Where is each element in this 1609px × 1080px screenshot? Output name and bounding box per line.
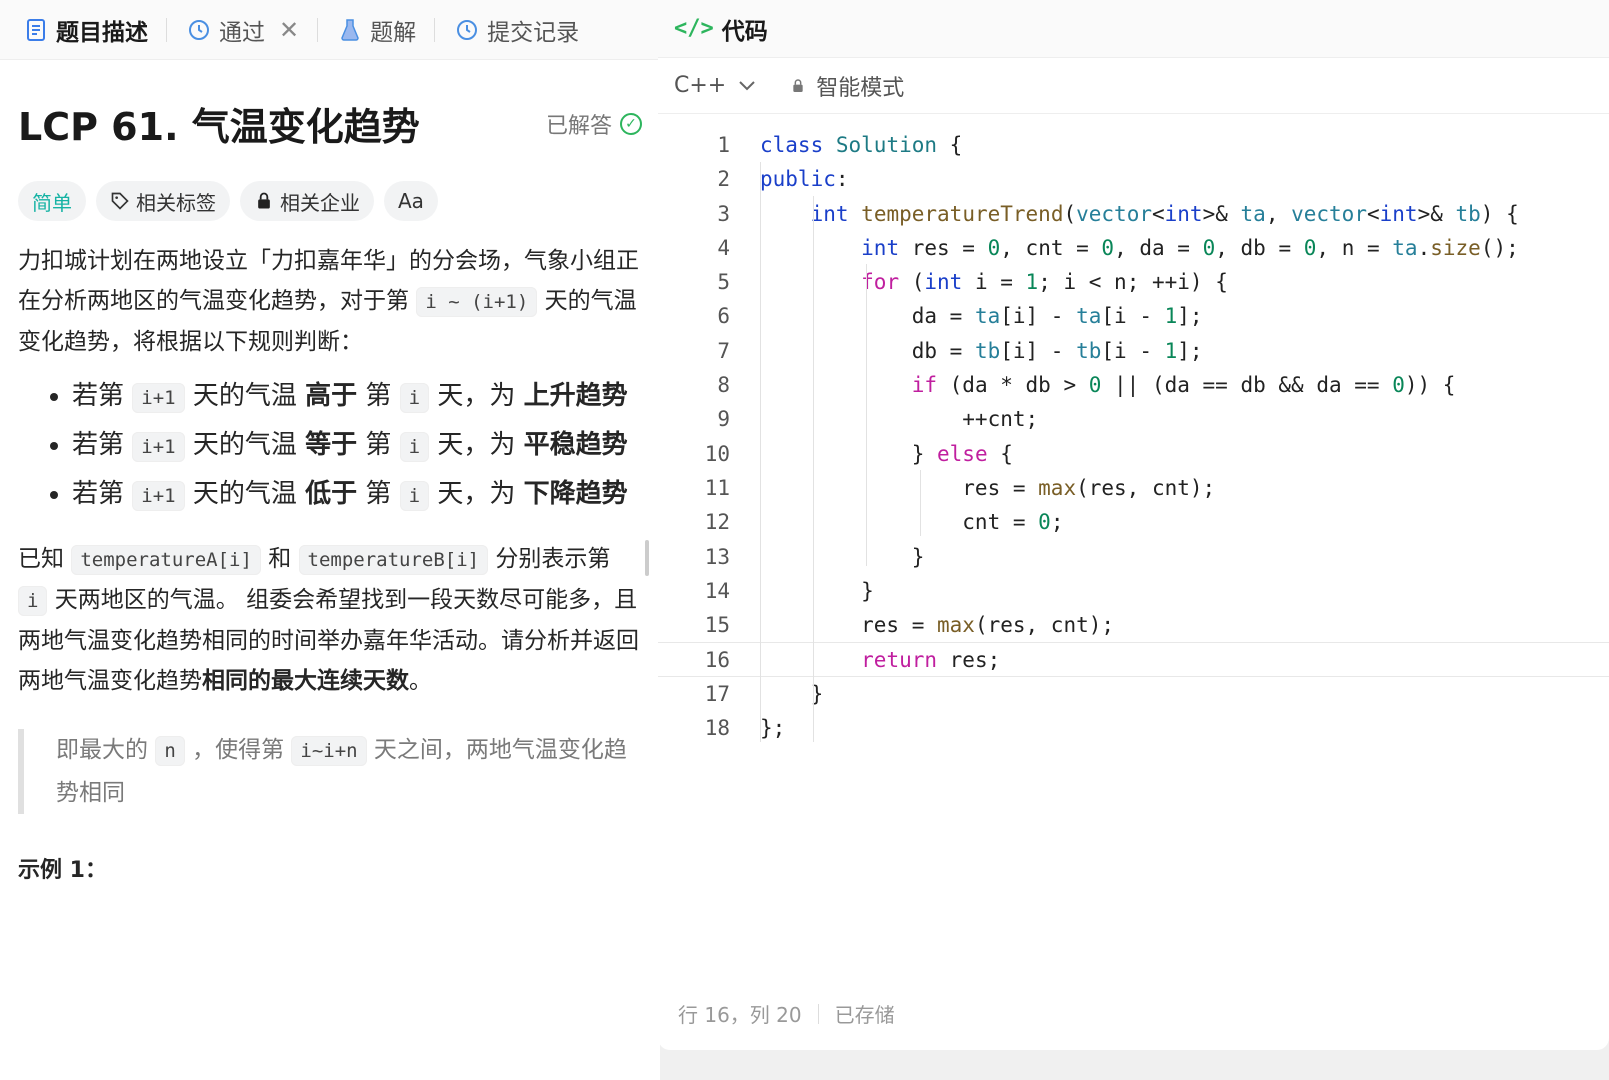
code-line: 3 int temperatureTrend(vector<int>& ta, …: [717, 201, 1519, 226]
tag-chips: 简单 相关标签 相关企业 Aa: [18, 181, 642, 221]
code-line: 9 ++cnt;: [717, 407, 1039, 432]
note-blockquote: 即最大的 n ，使得第 i~i+n 天之间，两地气温变化趋势相同: [18, 729, 642, 814]
chevron-down-icon: [739, 80, 755, 90]
editor-toolbar: C++ 智能模式: [658, 58, 1609, 114]
list-item: 若第 i+1 天的气温 高于 第 i 天，为 上升趋势: [72, 374, 642, 421]
lock-icon: [258, 192, 270, 209]
code-line: 6 da = ta[i] - ta[i - 1];: [717, 304, 1203, 329]
mode-select[interactable]: 智能模式: [790, 70, 904, 102]
close-icon[interactable]: ✕: [279, 16, 299, 44]
tag-icon: [111, 192, 129, 210]
tab-accepted[interactable]: 通过 ✕: [177, 0, 328, 60]
status-divider: [817, 1003, 819, 1024]
code-line: 13 }: [704, 544, 925, 569]
solved-label: 已解答: [545, 113, 612, 139]
indent-guide: [920, 470, 921, 536]
tab-description[interactable]: 题目描述: [14, 0, 177, 60]
code-panel: </> 代码 C++ 智能模式 1 class Solution { 2 publi…: [658, 0, 1609, 1050]
rules-list: 若第 i+1 天的气温 高于 第 i 天，为 上升趋势 若第 i+1 天的气温 …: [18, 374, 642, 519]
list-item: 若第 i+1 天的气温 低于 第 i 天，为 下降趋势: [72, 472, 642, 519]
code-line: 10 } else {: [704, 441, 1013, 466]
related-tags-button[interactable]: 相关标签: [96, 181, 230, 221]
code-line: 11 res = max(res, cnt);: [704, 475, 1216, 500]
code-panel-title: 代码: [721, 18, 768, 45]
tab-accepted-label: 通过: [219, 19, 265, 46]
code-line: 1 class Solution {: [717, 133, 963, 157]
resize-handle[interactable]: [645, 540, 649, 576]
list-item: 若第 i+1 天的气温 等于 第 i 天，为 平稳趋势: [72, 423, 642, 470]
history-icon: [457, 19, 478, 40]
tab-solutions[interactable]: 题解: [328, 0, 445, 60]
problem-description: LCP 61. 气温变化趋势 已解答 ✓ 简单 相关标签 相关企业 Aa 力扣城…: [0, 96, 660, 884]
editor-status-bar: 行 16，列 20 已存储: [678, 999, 895, 1028]
code-panel-header: </> 代码: [658, 0, 1609, 58]
tab-divider: [317, 17, 319, 42]
font-size-button[interactable]: Aa: [384, 181, 438, 221]
difficulty-badge: 简单: [18, 181, 86, 221]
mode-label: 智能模式: [816, 75, 905, 101]
solved-badge: 已解答 ✓: [546, 108, 642, 140]
code-line: 8 if (da * db > 0 || (da == db && da == …: [717, 373, 1456, 398]
indent-guide: [760, 162, 761, 742]
flask-icon: [341, 18, 359, 41]
related-companies-button[interactable]: 相关企业: [240, 181, 374, 221]
code-line: 4 int res = 0, cnt = 0, da = 0, db = 0, …: [717, 235, 1519, 260]
code-line-current: 16 return res;: [658, 642, 1609, 677]
history-icon: [189, 19, 209, 40]
check-circle-icon: ✓: [620, 112, 642, 135]
related-tags-label: 相关标签: [136, 190, 216, 215]
indent-guide: [866, 264, 867, 566]
problem-title: LCP 61. 气温变化趋势: [18, 105, 420, 149]
tab-divider: [166, 17, 167, 42]
cursor-position: 行 16，列 20: [678, 1003, 802, 1027]
indent-guide: [813, 196, 814, 742]
code-line: 15 res = max(res, cnt);: [704, 613, 1115, 638]
code-line: 17 }: [704, 681, 824, 706]
example-heading: 示例 1：: [18, 858, 107, 883]
task-paragraph: 已知 temperatureA[i] 和 temperatureB[i] 分别表…: [18, 545, 639, 694]
panel-tabs: 题目描述 通过 ✕ 题解 提交记录: [0, 0, 660, 60]
lock-icon: [793, 78, 803, 92]
problem-panel: 题目描述 通过 ✕ 题解 提交记录 LCP 61. 气温变化趋势 已解答 ✓ 简…: [0, 0, 660, 1080]
code-line: 12 cnt = 0;: [704, 510, 1064, 535]
language-select[interactable]: C++: [674, 73, 756, 98]
code-icon: </>: [674, 16, 714, 41]
save-status: 已存储: [834, 1003, 895, 1027]
tab-solutions-label: 题解: [370, 19, 417, 46]
document-icon: [27, 18, 45, 41]
related-companies-label: 相关企业: [280, 190, 360, 215]
tab-submissions-label: 提交记录: [487, 19, 580, 46]
code-line: 18};: [704, 716, 786, 741]
tab-submissions[interactable]: 提交记录: [445, 0, 589, 60]
inline-code: i ~ (i+1): [416, 287, 538, 317]
tab-description-label: 题目描述: [56, 19, 148, 46]
code-line: 2 public:: [717, 167, 849, 192]
code-editor[interactable]: 1 class Solution { 2 public: 3 int tempera…: [658, 114, 1609, 745]
code-line: 5 for (int i = 1; i < n; ++i) {: [717, 270, 1228, 295]
font-icon: Aa: [398, 189, 424, 213]
intro-paragraph: 力扣城计划在两地设立「力扣嘉年华」的分会场，气象小组正在分析两地区的气温变化趋势…: [18, 241, 642, 362]
language-label: C++: [674, 73, 727, 98]
tab-divider: [434, 17, 436, 42]
code-line: 7 db = tb[i] - tb[i - 1];: [717, 338, 1203, 363]
code-line: 14 }: [704, 578, 874, 603]
